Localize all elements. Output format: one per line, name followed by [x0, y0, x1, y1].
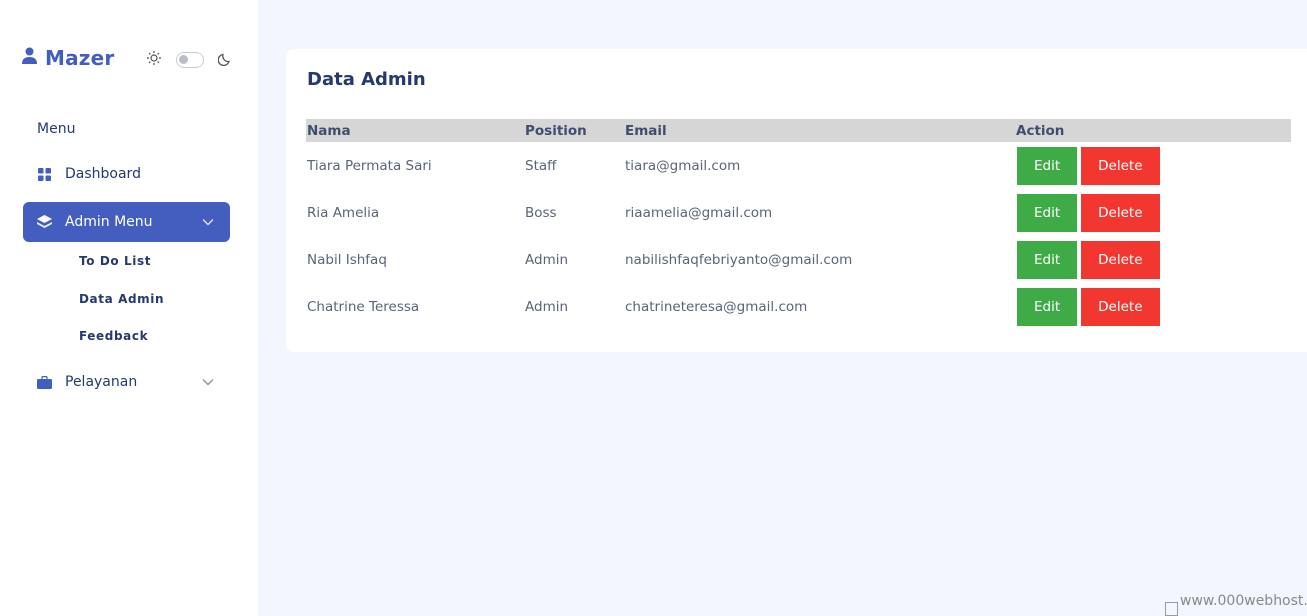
table-row: Ria Amelia Boss riaamelia@gmail.com Edit…	[306, 189, 1291, 236]
cell-email: chatrineteresa@gmail.com	[625, 298, 808, 315]
menu-title: Menu	[37, 121, 76, 137]
column-header-email: Email	[625, 122, 667, 139]
data-admin-card: Data Admin Nama Position Email Action Ti…	[286, 49, 1307, 352]
submenu-item-to-do-list[interactable]: To Do List	[79, 254, 151, 268]
cell-name: Tiara Permata Sari	[307, 157, 432, 174]
cell-action: Edit Delete	[1015, 189, 1291, 236]
table-row: Tiara Permata Sari Staff tiara@gmail.com…	[306, 142, 1291, 189]
table-row: Chatrine Teressa Admin chatrineteresa@gm…	[306, 283, 1291, 330]
sun-icon	[146, 50, 162, 70]
hosting-badge-alt-text: www.000webhost.c	[1180, 593, 1307, 609]
briefcase-icon	[37, 375, 52, 390]
cell-email: tiara@gmail.com	[625, 157, 741, 174]
submenu-item-feedback[interactable]: Feedback	[79, 329, 148, 343]
submenu-item-data-admin[interactable]: Data Admin	[79, 292, 164, 306]
cell-position: Boss	[525, 204, 557, 221]
sidebar: Mazer Menu Dashboard Admin Menu To Do Li…	[0, 0, 258, 616]
moon-icon	[217, 51, 232, 70]
edit-button[interactable]: Edit	[1017, 146, 1078, 185]
cell-position: Admin	[525, 251, 569, 268]
sidebar-item-label: Dashboard	[65, 166, 141, 182]
sidebar-item-label: Admin Menu	[65, 214, 153, 230]
sidebar-item-pelayanan[interactable]: Pelayanan	[23, 362, 230, 402]
logo[interactable]: Mazer	[22, 46, 114, 70]
theme-toggle	[146, 50, 232, 70]
delete-button[interactable]: Delete	[1081, 193, 1160, 232]
edit-button[interactable]: Edit	[1017, 193, 1078, 232]
sidebar-item-label: Pelayanan	[65, 374, 138, 390]
cell-name: Nabil Ishfaq	[307, 251, 387, 268]
table-row: Nabil Ishfaq Admin nabilishfaqfebriyanto…	[306, 236, 1291, 283]
chevron-down-icon	[202, 374, 214, 390]
hosting-badge-image[interactable]: www.000webhost.c	[1165, 593, 1307, 616]
layers-icon	[37, 215, 52, 230]
cell-name: Ria Amelia	[307, 204, 380, 221]
sidebar-item-admin-menu[interactable]: Admin Menu	[23, 202, 230, 242]
delete-button[interactable]: Delete	[1081, 240, 1160, 279]
table-header-row: Nama Position Email Action	[306, 119, 1291, 142]
edit-button[interactable]: Edit	[1017, 240, 1078, 279]
column-header-nama: Nama	[307, 122, 351, 139]
cell-position: Staff	[525, 157, 557, 174]
column-header-action: Action	[1016, 122, 1065, 139]
delete-button[interactable]: Delete	[1081, 287, 1160, 326]
cell-email: nabilishfaqfebriyanto@gmail.com	[625, 251, 853, 268]
cell-action: Edit Delete	[1015, 236, 1291, 283]
edit-button[interactable]: Edit	[1017, 287, 1078, 326]
card-title: Data Admin	[307, 69, 426, 90]
delete-button[interactable]: Delete	[1081, 146, 1160, 185]
admin-table: Nama Position Email Action Tiara Permata…	[306, 119, 1291, 330]
main-content: Data Admin Nama Position Email Action Ti…	[258, 0, 1307, 616]
broken-image-icon	[1165, 602, 1178, 616]
cell-action: Edit Delete	[1015, 283, 1291, 330]
cell-name: Chatrine Teressa	[307, 298, 420, 315]
cell-email: riaamelia@gmail.com	[625, 204, 773, 221]
app-name: Mazer	[45, 46, 115, 70]
cell-position: Admin	[525, 298, 569, 315]
grid-icon	[37, 167, 52, 182]
cell-action: Edit Delete	[1015, 142, 1291, 189]
column-header-position: Position	[525, 122, 587, 139]
theme-switch[interactable]	[176, 52, 204, 68]
user-icon	[22, 47, 37, 69]
sidebar-item-dashboard[interactable]: Dashboard	[23, 154, 230, 194]
chevron-down-icon	[202, 214, 214, 230]
